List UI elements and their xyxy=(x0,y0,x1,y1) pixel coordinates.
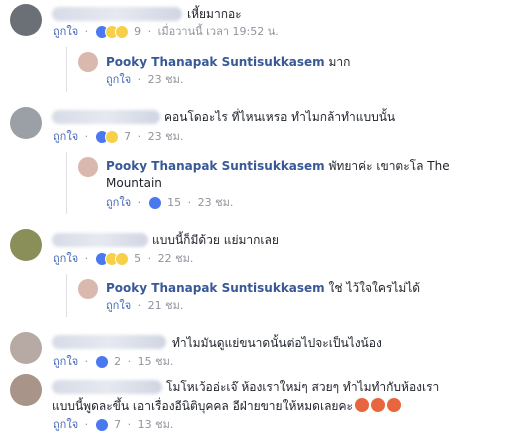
timestamp[interactable]: 21 ชม. xyxy=(148,299,184,312)
reply-text: ใช่ ไว้ใจใครไม่ได้ xyxy=(328,281,421,295)
comment-text: เหี้ยมากอะ xyxy=(187,7,242,21)
like-reaction-icon xyxy=(94,418,109,432)
separator: · xyxy=(127,355,132,368)
comment-meta: ถูกใจ · 7 · 13 ชม. xyxy=(53,418,173,432)
commenter-avatar[interactable] xyxy=(10,4,42,36)
like-button[interactable]: ถูกใจ xyxy=(53,355,78,368)
like-button[interactable]: ถูกใจ xyxy=(106,73,131,86)
timestamp[interactable]: 13 ชม. xyxy=(138,418,174,431)
reply-text-continued: Mountain xyxy=(106,176,162,190)
separator: · xyxy=(84,25,89,38)
reply-author-name[interactable]: Pooky Thanapak Suntisukkasem xyxy=(106,55,325,69)
reply-author-name[interactable]: Pooky Thanapak Suntisukkasem xyxy=(106,281,325,295)
separator: · xyxy=(84,355,89,368)
separator: · xyxy=(127,418,132,431)
timestamp[interactable]: 23 ชม. xyxy=(148,73,184,86)
reply-thread-line xyxy=(66,47,67,92)
reply-meta: ถูกใจ · 21 ชม. xyxy=(106,299,183,313)
commenter-avatar[interactable] xyxy=(10,374,42,406)
commenter-name-redacted[interactable] xyxy=(52,7,182,21)
like-reaction-icon xyxy=(94,355,109,369)
reaction-icons[interactable] xyxy=(147,196,162,210)
reaction-count: 9 xyxy=(134,25,142,38)
reaction-count: 2 xyxy=(114,355,122,368)
reaction-count: 7 xyxy=(114,418,122,431)
comment-text: ทำไมมันดูแย่ขนาดนั้นต่อไปจะเป็นไงน้อง xyxy=(172,336,382,350)
reply-thread-line xyxy=(66,152,67,214)
reply-line: Pooky Thanapak Suntisukkasem มาก xyxy=(106,54,350,70)
reply-author-avatar[interactable] xyxy=(78,52,98,72)
angry-face-icon xyxy=(370,398,385,412)
separator: · xyxy=(147,252,152,265)
comment-text-line-2-text: แบบนี้พูดละขึ้น เอาเรื่องอีนิติบุคคล อีฝ… xyxy=(52,399,353,413)
separator: · xyxy=(187,196,192,209)
reaction-icons[interactable] xyxy=(94,130,119,144)
like-button[interactable]: ถูกใจ xyxy=(53,130,78,143)
commenter-name-redacted[interactable] xyxy=(52,110,160,124)
like-button[interactable]: ถูกใจ xyxy=(53,252,78,265)
timestamp[interactable]: 23 ชม. xyxy=(148,130,184,143)
reply-line: Pooky Thanapak Suntisukkasem ใช่ ไว้ใจใค… xyxy=(106,280,420,296)
separator: · xyxy=(84,418,89,431)
like-reaction-icon xyxy=(147,196,162,210)
like-button[interactable]: ถูกใจ xyxy=(106,299,131,312)
reply-author-name[interactable]: Pooky Thanapak Suntisukkasem xyxy=(106,159,325,173)
reaction-icons[interactable] xyxy=(94,355,109,369)
reply-meta: ถูกใจ · 23 ชม. xyxy=(106,73,183,87)
reply-thread-line xyxy=(66,274,67,317)
separator: · xyxy=(137,196,142,209)
reply-text: พัทยาค่ะ เขาตะโล The xyxy=(328,159,450,173)
comment-text: คอนโดอะไร ที่ไหนเหรอ ทำไมกล้าทำแบบนั้น xyxy=(164,110,396,124)
comment-text-line-2: แบบนี้พูดละขึ้น เอาเรื่องอีนิติบุคคล อีฝ… xyxy=(52,398,401,414)
commenter-avatar[interactable] xyxy=(10,332,42,364)
comment-meta: ถูกใจ · 2 · 15 ชม. xyxy=(53,355,173,369)
separator: · xyxy=(137,299,142,312)
separator: · xyxy=(137,73,142,86)
angry-face-icon xyxy=(386,398,401,412)
separator: · xyxy=(84,252,89,265)
reaction-icons[interactable] xyxy=(94,252,129,266)
reaction-count: 7 xyxy=(124,130,132,143)
separator: · xyxy=(147,25,152,38)
reaction-count: 15 xyxy=(167,196,182,209)
comment-meta: ถูกใจ · 5 · 22 ชม. xyxy=(53,252,193,266)
comment-text: แบบนี้ก็มีด้วย แย่มากเลย xyxy=(152,233,279,247)
commenter-name-redacted[interactable] xyxy=(52,335,166,349)
sad-reaction-icon xyxy=(114,252,129,266)
like-button[interactable]: ถูกใจ xyxy=(53,25,78,38)
reply-author-avatar[interactable] xyxy=(78,279,98,299)
reply-text: มาก xyxy=(328,55,351,69)
haha-reaction-icon xyxy=(104,130,119,144)
timestamp[interactable]: เมื่อวานนี้ เวลา 19:52 น. xyxy=(158,25,279,38)
reaction-icons[interactable] xyxy=(94,25,129,39)
reply-author-avatar[interactable] xyxy=(78,157,98,177)
like-button[interactable]: ถูกใจ xyxy=(106,196,131,209)
reaction-icons[interactable] xyxy=(94,418,109,432)
timestamp[interactable]: 23 ชม. xyxy=(198,196,234,209)
angry-face-icon xyxy=(354,398,369,412)
commenter-avatar[interactable] xyxy=(10,229,42,261)
reply-meta: ถูกใจ · 15 · 23 ชม. xyxy=(106,196,233,210)
comment-meta: ถูกใจ · 7 · 23 ชม. xyxy=(53,130,183,144)
commenter-avatar[interactable] xyxy=(10,107,42,139)
reply-line-1: Pooky Thanapak Suntisukkasem พัทยาค่ะ เข… xyxy=(106,158,450,174)
like-button[interactable]: ถูกใจ xyxy=(53,418,78,431)
timestamp[interactable]: 22 ชม. xyxy=(158,252,194,265)
reaction-count: 5 xyxy=(134,252,142,265)
separator: · xyxy=(84,130,89,143)
commenter-name-redacted[interactable] xyxy=(52,233,148,247)
sad-reaction-icon xyxy=(114,25,129,39)
comment-meta: ถูกใจ · 9 · เมื่อวานนี้ เวลา 19:52 น. xyxy=(53,25,279,39)
commenter-name-redacted[interactable] xyxy=(52,380,162,394)
timestamp[interactable]: 15 ชม. xyxy=(138,355,174,368)
comment-text-line-1: โมโหเว้ออ่ะเจ๊ ห้องเราใหม่ๆ สวยๆ ทำไมทำก… xyxy=(166,380,440,394)
separator: · xyxy=(137,130,142,143)
